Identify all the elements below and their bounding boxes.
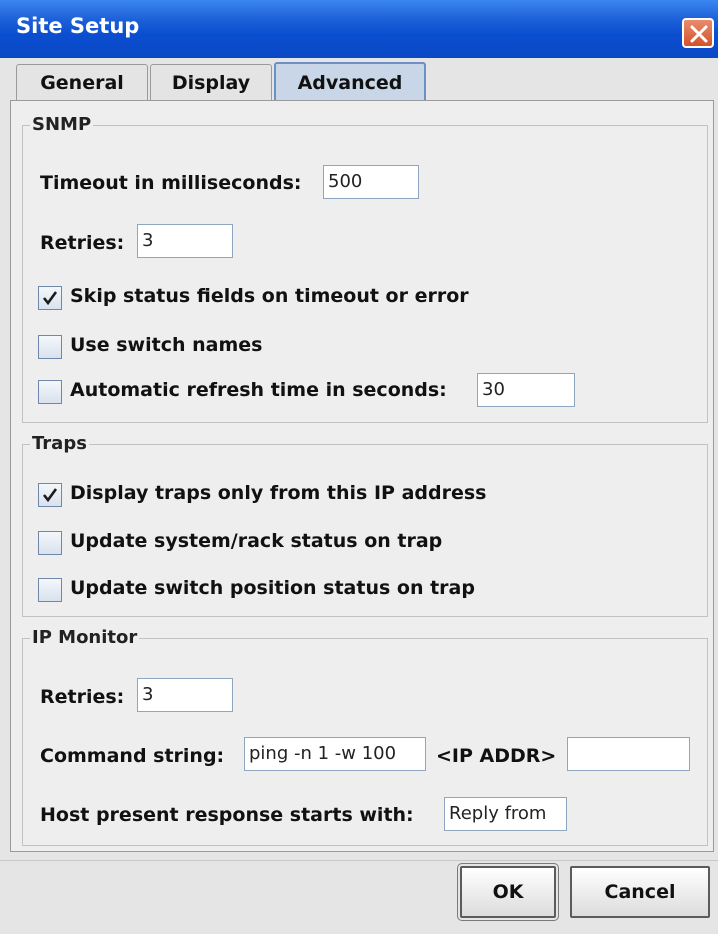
site-setup-dialog: Site Setup General Display Advanced SNMP… <box>0 0 718 934</box>
use-switch-names-checkbox[interactable] <box>38 335 62 359</box>
display-traps-checkbox[interactable] <box>38 483 62 507</box>
host-response-input[interactable]: Reply from <box>444 797 567 831</box>
tab-display[interactable]: Display <box>150 64 272 100</box>
close-icon <box>690 25 708 43</box>
traps-group-title: Traps <box>30 433 89 454</box>
ok-button[interactable]: OK <box>457 863 559 921</box>
close-button[interactable] <box>682 18 714 48</box>
command-suffix-input[interactable] <box>567 737 690 771</box>
checkmark-icon <box>42 488 58 503</box>
auto-refresh-checkbox[interactable] <box>38 380 62 404</box>
cancel-button[interactable]: Cancel <box>570 866 710 918</box>
host-response-label: Host present response starts with: <box>40 804 414 826</box>
tab-advanced[interactable]: Advanced <box>274 62 426 102</box>
window-title: Site Setup <box>16 14 140 38</box>
auto-refresh-input[interactable]: 30 <box>477 373 575 407</box>
update-system-status-label: Update system/rack status on trap <box>70 530 443 552</box>
snmp-retries-label: Retries: <box>40 232 125 254</box>
ip-monitor-group-title: IP Monitor <box>30 627 140 648</box>
update-switch-status-checkbox[interactable] <box>38 578 62 602</box>
snmp-timeout-input[interactable]: 500 <box>323 165 419 199</box>
display-traps-label: Display traps only from this IP address <box>70 482 487 504</box>
auto-refresh-label: Automatic refresh time in seconds: <box>70 379 447 401</box>
ip-addr-label: <IP ADDR> <box>436 745 557 767</box>
command-string-label: Command string: <box>40 745 225 767</box>
checkmark-icon <box>42 291 58 306</box>
update-switch-status-label: Update switch position status on trap <box>70 577 475 599</box>
snmp-group-title: SNMP <box>30 114 94 135</box>
snmp-retries-input[interactable]: 3 <box>137 224 233 258</box>
use-switch-names-label: Use switch names <box>70 334 263 356</box>
title-bar[interactable]: Site Setup <box>0 0 718 58</box>
tab-general[interactable]: General <box>16 64 148 100</box>
ip-monitor-retries-label: Retries: <box>40 686 125 708</box>
skip-status-label: Skip status fields on timeout or error <box>70 285 469 307</box>
skip-status-checkbox[interactable] <box>38 286 62 310</box>
snmp-timeout-label: Timeout in milliseconds: <box>40 172 302 194</box>
update-system-status-checkbox[interactable] <box>38 531 62 555</box>
command-string-input[interactable]: ping -n 1 -w 100 <box>244 737 426 771</box>
button-bar-divider <box>0 860 718 861</box>
ip-monitor-retries-input[interactable]: 3 <box>137 678 233 712</box>
